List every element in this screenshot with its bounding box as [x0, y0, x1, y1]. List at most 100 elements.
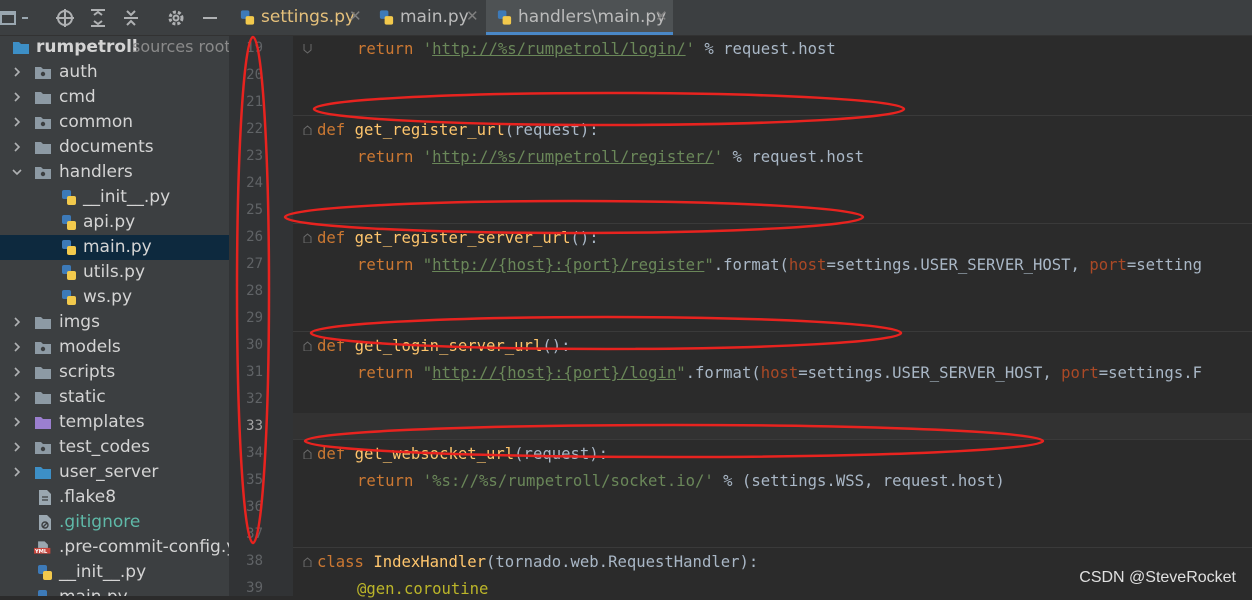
line-number: 35 — [246, 472, 263, 488]
code-text: (tornado.web.RequestHandler): — [486, 553, 759, 571]
method-separator — [293, 115, 1252, 116]
keyword: def — [317, 229, 355, 247]
tree-item-common[interactable]: common — [0, 110, 229, 135]
tree-file-root-init[interactable]: __init__.py — [0, 560, 229, 585]
tree-file-ws[interactable]: ws.py — [0, 285, 229, 310]
folder-icon — [35, 342, 51, 354]
method-separator — [293, 223, 1252, 224]
fold-icon[interactable] — [303, 449, 312, 459]
tree-item-static[interactable]: static — [0, 385, 229, 410]
string-url: http://%s/rumpetroll/register/ — [432, 148, 714, 166]
chevron-right-icon[interactable] — [12, 442, 22, 452]
tree-root-label: rumpetroll — [36, 37, 138, 57]
tree-root[interactable]: rumpetroll sources root, — [0, 35, 229, 60]
locate-file-icon[interactable] — [55, 8, 75, 28]
chevron-right-icon[interactable] — [12, 392, 22, 402]
project-panel: rumpetroll sources root, auth cmd common … — [0, 0, 229, 596]
tree-file-root-main[interactable]: main.py — [0, 585, 229, 596]
chevron-right-icon[interactable] — [12, 342, 22, 352]
chevron-right-icon[interactable] — [12, 92, 22, 102]
code-line-35: return '%s://%s/rumpetroll/socket.io/' %… — [357, 470, 1005, 492]
tree-item-user-server[interactable]: user_server — [0, 460, 229, 485]
chevron-right-icon[interactable] — [12, 417, 22, 427]
tree-file-main-selected[interactable]: main.py — [0, 235, 229, 260]
tree-file-flake8[interactable]: .flake8 — [0, 485, 229, 510]
close-icon[interactable]: ✕ — [655, 7, 668, 25]
chevron-right-icon[interactable] — [12, 317, 22, 327]
tree-file-api[interactable]: api.py — [0, 210, 229, 235]
text-file-icon — [39, 490, 51, 505]
string-quote: ' — [713, 148, 724, 166]
tree-item-auth[interactable]: auth — [0, 60, 229, 85]
code-text: % (settings.WSS, request.host) — [713, 472, 1005, 490]
close-icon[interactable]: ✕ — [349, 7, 362, 25]
chevron-right-icon[interactable] — [12, 367, 22, 377]
tree-item-imgs[interactable]: imgs — [0, 310, 229, 335]
string-quote: " — [422, 364, 433, 382]
chevron-right-icon[interactable] — [12, 67, 22, 77]
keyword: return — [357, 256, 423, 274]
method-separator — [293, 331, 1252, 332]
string-literal: '%s://%s/rumpetroll/socket.io/' — [422, 472, 714, 490]
tab-label: settings.py — [261, 7, 356, 27]
tab-label: handlers\main.py — [518, 7, 667, 27]
code-line-26: def get_register_server_url(): — [317, 227, 599, 249]
fold-icon[interactable] — [303, 125, 312, 135]
svg-text:YML: YML — [34, 549, 48, 555]
tree-item-templates[interactable]: templates — [0, 410, 229, 435]
fold-icon[interactable] — [303, 341, 312, 351]
tab-main-py[interactable]: main.py ✕ — [368, 0, 485, 35]
ignore-file-icon — [39, 515, 51, 530]
line-number: 19 — [246, 40, 263, 56]
fold-icon[interactable] — [303, 557, 312, 567]
fold-icon[interactable] — [303, 233, 312, 243]
gear-icon[interactable] — [166, 8, 186, 28]
string-quote: ' — [422, 40, 433, 58]
folder-icon — [35, 92, 51, 104]
tree-item-test-codes[interactable]: test_codes — [0, 435, 229, 460]
python-file-icon — [379, 10, 394, 25]
tab-handlers-main-py[interactable]: handlers\main.py ✕ — [486, 0, 673, 35]
tree-file-init[interactable]: __init__.py — [0, 185, 229, 210]
project-toolbar — [0, 0, 229, 36]
tree-item-documents[interactable]: documents — [0, 135, 229, 160]
tree-item-handlers[interactable]: handlers — [0, 160, 229, 185]
line-number: 21 — [246, 94, 263, 110]
tab-settings-py[interactable]: settings.py ✕ — [229, 0, 367, 35]
hide-panel-icon[interactable] — [200, 8, 220, 28]
tree-item-label: models — [59, 337, 121, 357]
fold-end-icon[interactable] — [303, 44, 312, 54]
string-url: http://%s/rumpetroll/login/ — [432, 40, 686, 58]
tree-file-pre-commit[interactable]: YML .pre-commit-config.ya — [0, 535, 229, 560]
tree-item-cmd[interactable]: cmd — [0, 85, 229, 110]
collapse-all-icon[interactable] — [121, 8, 141, 28]
chevron-right-icon[interactable] — [12, 117, 22, 127]
python-file-icon — [62, 190, 76, 205]
close-icon[interactable]: ✕ — [466, 7, 479, 25]
string-quote: " — [676, 364, 686, 382]
tree-file-gitignore[interactable]: .gitignore — [0, 510, 229, 535]
tree-file-utils[interactable]: utils.py — [0, 260, 229, 285]
watermark: CSDN @SteveRocket — [1079, 569, 1236, 586]
string-quote: ' — [685, 40, 695, 58]
code-editor[interactable]: return 'http://%s/rumpetroll/login/' % r… — [293, 36, 1252, 598]
tree-item-label: documents — [59, 137, 154, 157]
python-file-icon — [38, 565, 52, 580]
chevron-right-icon[interactable] — [12, 467, 22, 477]
folder-icon — [13, 42, 29, 54]
chevron-right-icon[interactable] — [12, 142, 22, 152]
yaml-file-icon: YML — [34, 541, 51, 555]
templates-folder-icon — [35, 417, 51, 429]
tree-item-label: static — [59, 387, 106, 407]
expand-all-icon[interactable] — [88, 8, 108, 28]
tree-item-models[interactable]: models — [0, 335, 229, 360]
code-line-22: def get_register_url(request): — [317, 119, 599, 141]
code-text: =setting — [1126, 256, 1202, 274]
dropdown-icon[interactable] — [20, 8, 40, 28]
line-number-gutter: 19 20 21 22 23 24 25 26 27 28 29 30 31 3… — [229, 36, 293, 596]
code-text: .format( — [685, 364, 761, 382]
tree-item-scripts[interactable]: scripts — [0, 360, 229, 385]
chevron-down-icon[interactable] — [12, 167, 22, 177]
tree-item-label: ws.py — [83, 287, 133, 307]
project-view-icon[interactable] — [0, 8, 20, 28]
